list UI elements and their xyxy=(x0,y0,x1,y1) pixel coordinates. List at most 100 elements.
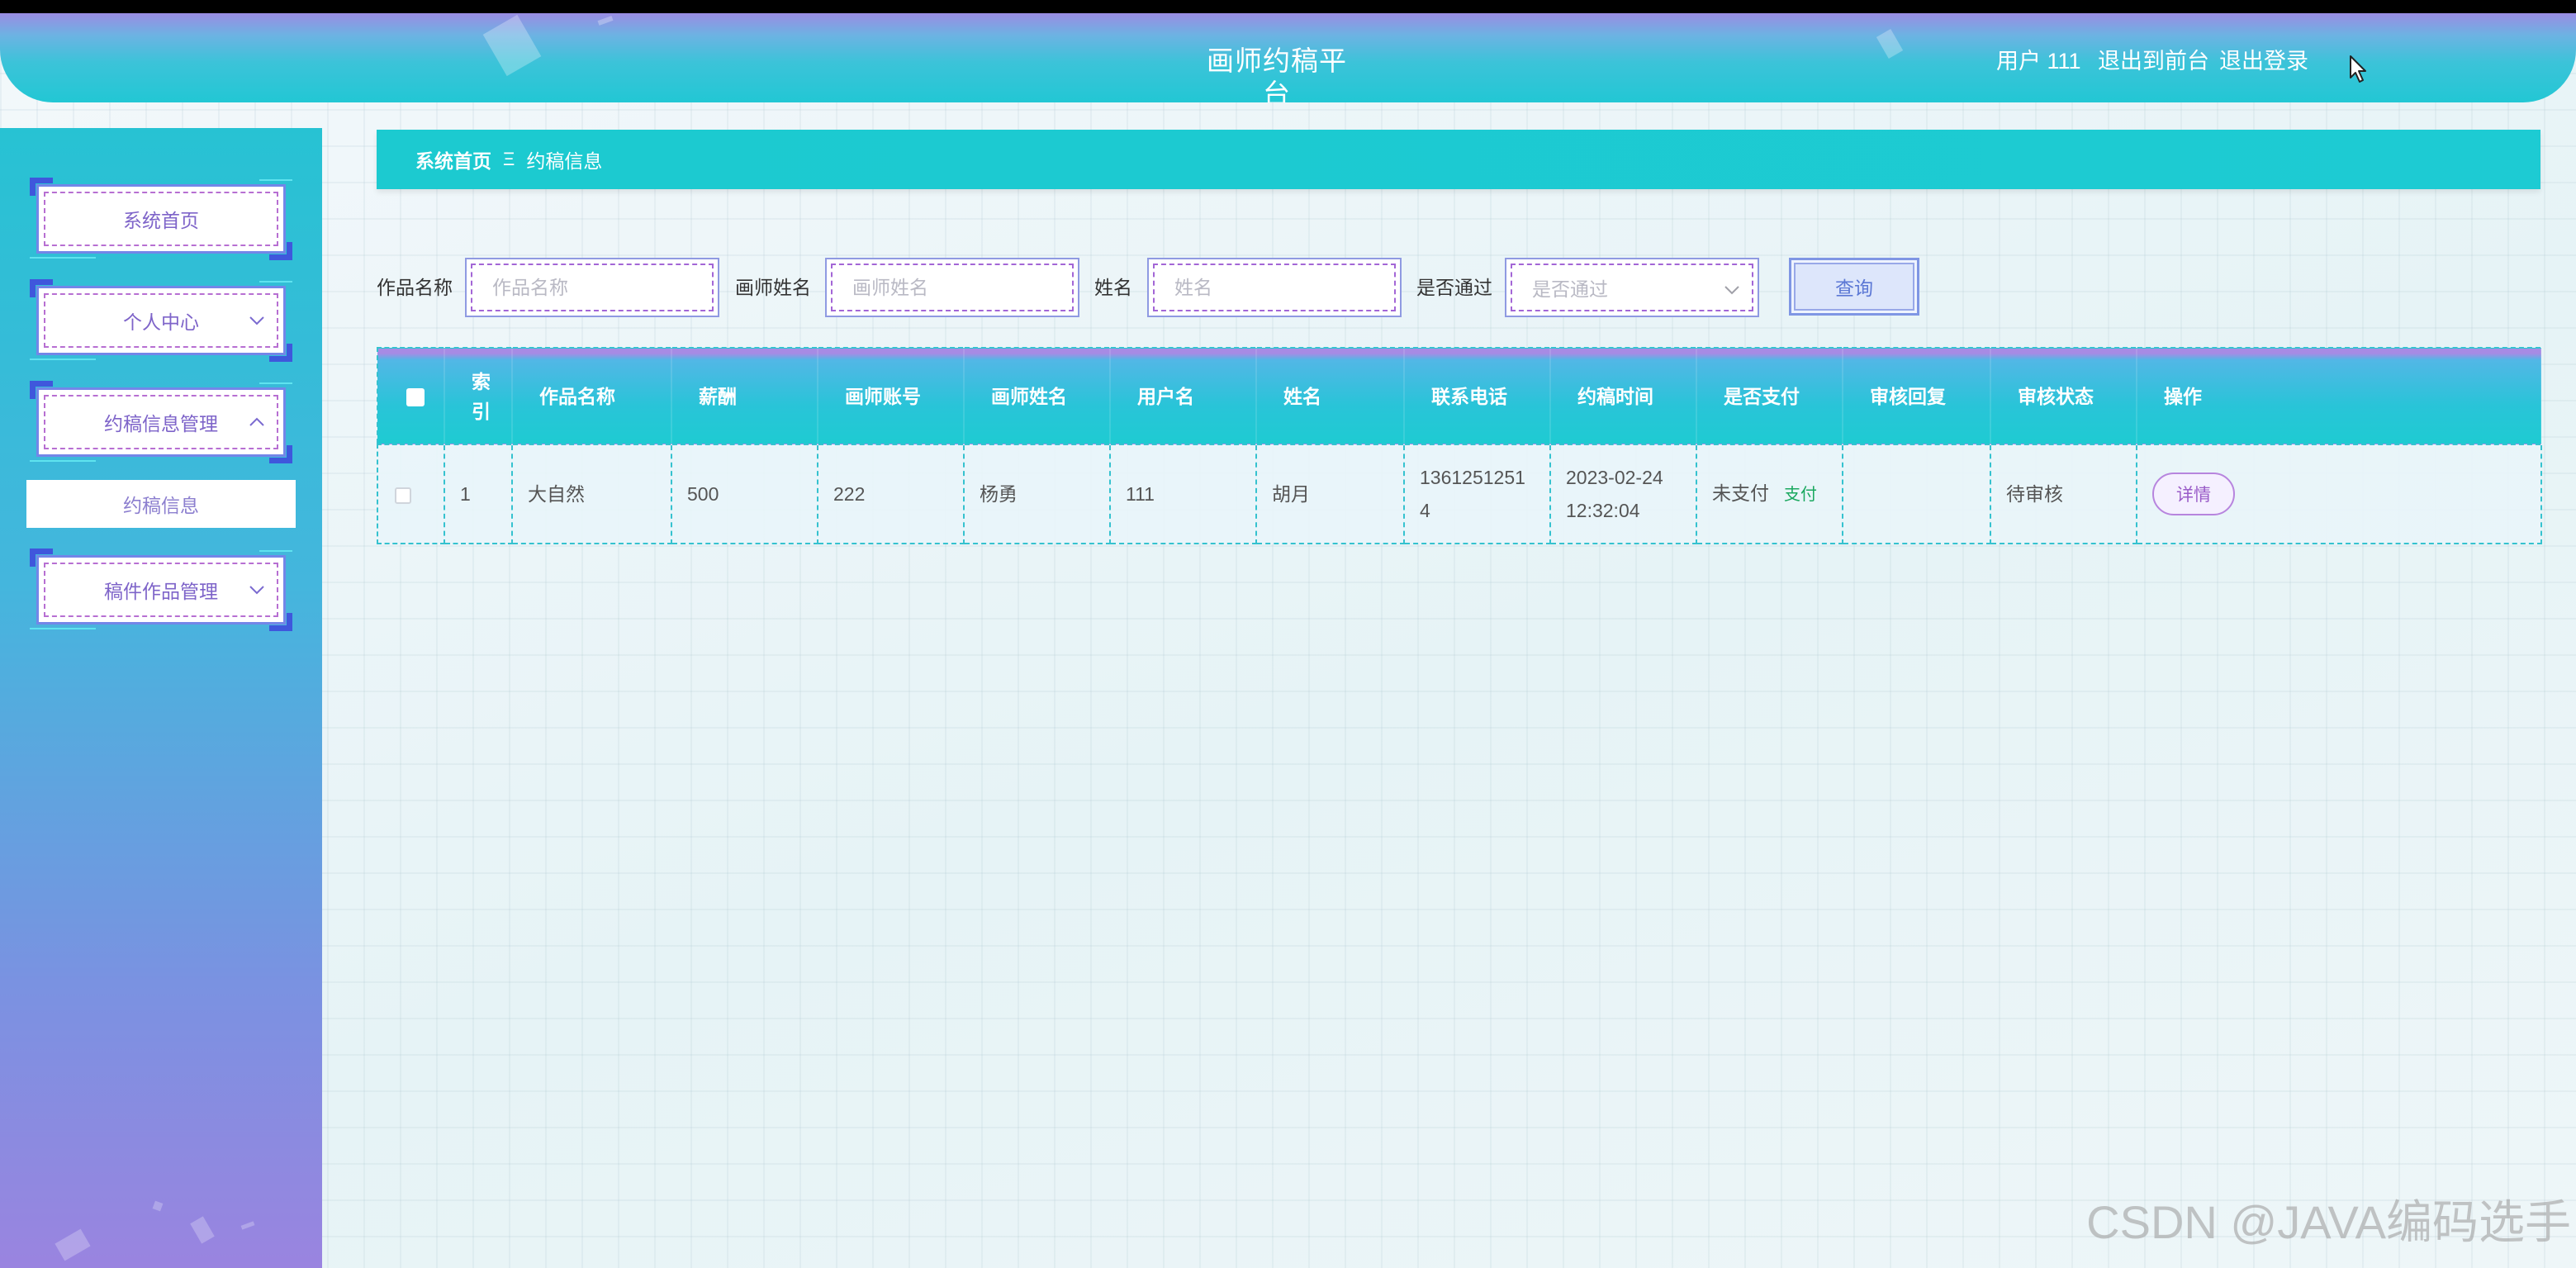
sidebar-decoration xyxy=(55,1228,91,1261)
approved-select[interactable]: 是否通过 xyxy=(1505,258,1759,317)
sidebar-item-home[interactable]: 系统首页 xyxy=(30,178,292,260)
sidebar-item-works-management[interactable]: 稿件作品管理 xyxy=(30,549,292,631)
field-inner xyxy=(831,264,1074,311)
approved-label: 是否通过 xyxy=(1416,277,1492,298)
chevron-up-icon xyxy=(249,417,264,426)
table-header-row: 索引 作品名称 薪酬 画师账号 画师姓名 用户名 姓名 联系电话 约稿时间 是否… xyxy=(377,348,2542,444)
top-strip xyxy=(0,0,2576,13)
cell-select xyxy=(377,444,445,544)
app-title: 画师约稿平台 xyxy=(1207,45,1347,102)
cell-artist-name: 杨勇 xyxy=(963,444,1111,544)
menu-frame: 个人中心 xyxy=(36,286,286,355)
detail-button[interactable]: 详情 xyxy=(2152,473,2235,515)
column-header-artist-name: 画师姓名 xyxy=(964,348,1111,444)
column-header-actions: 操作 xyxy=(2137,348,2542,444)
column-header-review-status: 审核状态 xyxy=(1990,348,2137,444)
data-table: 索引 作品名称 薪酬 画师账号 画师姓名 用户名 姓名 联系电话 约稿时间 是否… xyxy=(377,347,2542,544)
breadcrumb-current: 约稿信息 xyxy=(526,150,603,172)
cell-actions: 详情 xyxy=(2136,444,2542,544)
sidebar-item-personal-center[interactable]: 个人中心 xyxy=(30,279,292,362)
search-button[interactable]: 查询 xyxy=(1789,258,1919,316)
sidebar-item-label: 稿件作品管理 xyxy=(104,581,218,602)
menu-decoration xyxy=(259,382,292,384)
header-decoration xyxy=(1876,29,1904,59)
field-inner xyxy=(1153,264,1396,311)
time-value: 2023-02-24 12:32:04 xyxy=(1566,467,1663,521)
top-header: 画师约稿平台 用户 111 退出到前台 退出登录 xyxy=(0,13,2576,102)
breadcrumb: 系统首页 Ξ 约稿信息 xyxy=(377,130,2540,189)
column-header-review-reply: 审核回复 xyxy=(1843,348,1991,444)
column-header-work-name: 作品名称 xyxy=(512,348,672,444)
column-header-index: 索引 xyxy=(444,348,513,444)
row-checkbox[interactable] xyxy=(395,487,411,504)
column-header-time: 约稿时间 xyxy=(1550,348,1697,444)
header-decoration xyxy=(482,14,542,77)
cell-artist-account: 222 xyxy=(817,444,965,544)
menu-decoration xyxy=(259,550,292,552)
column-header-phone: 联系电话 xyxy=(1404,348,1551,444)
menu-frame: 稿件作品管理 xyxy=(36,555,286,625)
menu-decoration xyxy=(30,359,96,360)
menu-decoration xyxy=(30,257,96,259)
name-field xyxy=(1147,258,1402,317)
select-all-cell xyxy=(377,348,445,444)
menu-inner: 个人中心 xyxy=(44,293,278,348)
column-header-name: 姓名 xyxy=(1256,348,1405,444)
chevron-down-icon xyxy=(1724,286,1739,295)
menu-decoration xyxy=(30,628,96,629)
cell-paid: 未支付 支付 xyxy=(1696,444,1843,544)
menu-inner: 系统首页 xyxy=(44,192,278,246)
cell-index: 1 xyxy=(444,444,513,544)
name-label: 姓名 xyxy=(1094,277,1132,298)
sidebar-item-label: 个人中心 xyxy=(123,311,199,333)
cell-work-name: 大自然 xyxy=(511,444,672,544)
header-decoration xyxy=(597,16,614,26)
menu-frame: 系统首页 xyxy=(36,184,286,254)
field-inner xyxy=(471,264,714,311)
artist-name-field xyxy=(825,258,1079,317)
cell-salary: 500 xyxy=(671,444,818,544)
column-header-username: 用户名 xyxy=(1110,348,1257,444)
work-name-label: 作品名称 xyxy=(377,277,453,298)
artist-name-label: 画师姓名 xyxy=(735,277,811,298)
chevron-down-icon xyxy=(249,586,264,595)
logout-link[interactable]: 退出登录 xyxy=(2219,45,2308,78)
select-all-checkbox[interactable] xyxy=(406,388,425,407)
menu-decoration xyxy=(30,460,96,462)
sidebar-decoration xyxy=(240,1221,255,1230)
menu-inner: 稿件作品管理 xyxy=(44,563,278,617)
paid-status: 未支付 xyxy=(1712,482,1769,504)
table-row: 1 大自然 500 222 杨勇 111 胡月 13612512514 2023… xyxy=(377,444,2542,544)
user-label: 用户 111 xyxy=(1996,49,2081,74)
column-header-paid: 是否支付 xyxy=(1696,348,1843,444)
menu-decoration xyxy=(259,281,292,283)
sidebar-item-label: 系统首页 xyxy=(123,210,199,231)
artist-name-input[interactable] xyxy=(833,265,1072,310)
cell-name: 胡月 xyxy=(1255,444,1405,544)
sidebar-subitem-commission-info[interactable]: 约稿信息 xyxy=(26,480,296,528)
cell-phone: 13612512514 xyxy=(1403,444,1551,544)
chevron-down-icon xyxy=(249,316,264,325)
cell-review-status: 待审核 xyxy=(1990,444,2137,544)
pay-link[interactable]: 支付 xyxy=(1784,486,1817,504)
sidebar-decoration xyxy=(190,1216,215,1244)
phone-value: 13612512514 xyxy=(1420,467,1525,521)
menu-inner: 约稿信息管理 xyxy=(44,395,278,449)
menu-decoration xyxy=(259,179,292,181)
sidebar-item-commission-management[interactable]: 约稿信息管理 xyxy=(30,381,292,463)
work-name-input[interactable] xyxy=(472,265,712,310)
name-input[interactable] xyxy=(1155,265,1394,310)
menu-frame: 约稿信息管理 xyxy=(36,387,286,457)
column-header-salary: 薪酬 xyxy=(671,348,818,444)
column-header-artist-account: 画师账号 xyxy=(818,348,965,444)
breadcrumb-separator: Ξ xyxy=(503,149,515,169)
cell-review-reply xyxy=(1842,444,1991,544)
cell-username: 111 xyxy=(1109,444,1257,544)
breadcrumb-home[interactable]: 系统首页 xyxy=(415,145,491,173)
watermark: CSDN @JAVA编码选手 xyxy=(2086,1196,2571,1248)
cell-time: 2023-02-24 12:32:04 xyxy=(1549,444,1697,544)
sidebar-decoration xyxy=(152,1200,164,1212)
back-to-front-link[interactable]: 退出到前台 xyxy=(2098,45,2209,78)
mouse-cursor-icon xyxy=(2349,55,2369,88)
work-name-field xyxy=(465,258,719,317)
